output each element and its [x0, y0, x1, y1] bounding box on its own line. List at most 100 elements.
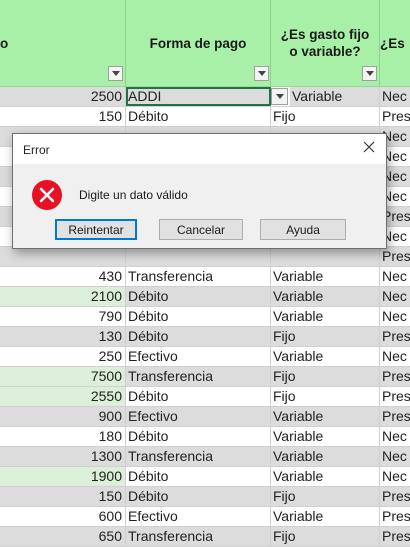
- table-row[interactable]: 430 Transferencia Variable Nec: [0, 267, 410, 287]
- table-row[interactable]: 130 Débito Fijo Pres: [0, 327, 410, 347]
- cell-amount[interactable]: 430: [0, 267, 126, 286]
- cell-category[interactable]: Nec: [380, 427, 410, 446]
- filter-dropdown-payment[interactable]: [254, 66, 269, 81]
- cell-category[interactable]: Nec: [380, 87, 410, 106]
- cell-payment-method[interactable]: Efectivo: [126, 507, 271, 526]
- cell-payment-method[interactable]: Transferencia: [126, 447, 271, 466]
- cell-payment-method[interactable]: Efectivo: [126, 407, 271, 426]
- cell-category[interactable]: Pres: [380, 487, 410, 506]
- filter-dropdown-type[interactable]: [362, 66, 377, 81]
- error-icon: [31, 179, 63, 211]
- table-row[interactable]: Pres: [0, 247, 410, 267]
- cell-category[interactable]: Pres: [380, 247, 410, 266]
- table-row[interactable]: 790 Débito Variable Nec: [0, 307, 410, 327]
- filter-dropdown-amount[interactable]: [108, 66, 123, 81]
- cell-payment-method[interactable]: Débito: [126, 467, 271, 486]
- cell-dropdown-button[interactable]: [271, 88, 288, 105]
- table-row[interactable]: 1900 Débito Variable Nec: [0, 467, 410, 487]
- table-row[interactable]: 250 Efectivo Variable Nec: [0, 347, 410, 367]
- cell-expense-type[interactable]: Variable: [290, 87, 380, 106]
- table-row[interactable]: 2100 Débito Variable Nec: [0, 287, 410, 307]
- cell-amount[interactable]: 1300: [0, 447, 126, 466]
- cell-amount[interactable]: 900: [0, 407, 126, 426]
- table-row[interactable]: 650 Transferencia Fijo Pres: [0, 527, 410, 547]
- cell-expense-type[interactable]: [271, 247, 380, 266]
- cell-expense-type[interactable]: Variable: [271, 507, 380, 526]
- cell-payment-method[interactable]: Efectivo: [126, 347, 271, 366]
- cancel-button[interactable]: Cancelar: [159, 219, 243, 240]
- cell-amount[interactable]: 2550: [0, 387, 126, 406]
- header-amount-partial: o: [0, 35, 8, 51]
- cell-category[interactable]: Pres: [380, 507, 410, 526]
- dialog-body: Digite un dato válido Reintentar Cancela…: [13, 164, 386, 248]
- cell-expense-type[interactable]: Variable: [271, 347, 380, 366]
- table-row[interactable]: 150 Débito Fijo Pres: [0, 107, 410, 127]
- cell-expense-type[interactable]: Variable: [271, 267, 380, 286]
- cell-amount[interactable]: 250: [0, 347, 126, 366]
- cell-payment-method[interactable]: Transferencia: [126, 527, 271, 546]
- cell-category[interactable]: Pres: [380, 107, 410, 126]
- table-row[interactable]: 600 Efectivo Variable Pres: [0, 507, 410, 527]
- cell-payment-method[interactable]: Débito: [126, 107, 271, 126]
- cell-amount[interactable]: 650: [0, 527, 126, 546]
- close-icon[interactable]: [360, 138, 378, 156]
- error-dialog: Error Digite un dato válido Reintentar C…: [12, 133, 387, 249]
- cell-expense-type[interactable]: Fijo: [271, 367, 380, 386]
- cell-expense-type[interactable]: Fijo: [271, 107, 380, 126]
- cell-category[interactable]: Nec: [380, 447, 410, 466]
- cell-expense-type[interactable]: Variable: [271, 447, 380, 466]
- cell-category[interactable]: Nec: [380, 287, 410, 306]
- cell-payment-method[interactable]: Débito: [126, 307, 271, 326]
- cell-category[interactable]: Pres: [380, 327, 410, 346]
- cell-amount[interactable]: 7500: [0, 367, 126, 386]
- cell-expense-type[interactable]: Variable: [271, 287, 380, 306]
- cell-amount[interactable]: [0, 247, 126, 266]
- cell-payment-method[interactable]: Débito: [126, 327, 271, 346]
- cell-amount[interactable]: 150: [0, 487, 126, 506]
- cell-category[interactable]: Pres: [380, 387, 410, 406]
- cell-payment-method[interactable]: Transferencia: [126, 367, 271, 386]
- table-row[interactable]: 1300 Transferencia Variable Nec: [0, 447, 410, 467]
- cell-amount[interactable]: 2500: [0, 87, 126, 106]
- dialog-message: Digite un dato válido: [79, 188, 188, 202]
- table-row[interactable]: 150 Débito Fijo Pres: [0, 487, 410, 507]
- cell-payment-method[interactable]: ADDI: [126, 87, 271, 106]
- cell-payment-method[interactable]: Débito: [126, 427, 271, 446]
- cell-payment-method[interactable]: Transferencia: [126, 267, 271, 286]
- retry-button[interactable]: Reintentar: [55, 219, 137, 240]
- cell-expense-type[interactable]: Fijo: [271, 487, 380, 506]
- cell-expense-type[interactable]: Fijo: [271, 527, 380, 546]
- cell-amount[interactable]: 1900: [0, 467, 126, 486]
- cell-category[interactable]: Nec: [380, 267, 410, 286]
- cell-amount[interactable]: 130: [0, 327, 126, 346]
- cell-expense-type[interactable]: Variable: [271, 467, 380, 486]
- cell-payment-method[interactable]: Débito: [126, 387, 271, 406]
- cell-expense-type[interactable]: Variable: [271, 307, 380, 326]
- cell-amount[interactable]: 180: [0, 427, 126, 446]
- cell-category[interactable]: Nec: [380, 307, 410, 326]
- cell-expense-type[interactable]: Fijo: [271, 387, 380, 406]
- header-category-partial: ¿Es: [380, 35, 405, 51]
- table-row[interactable]: 2500 ADDI Variable Nec: [0, 87, 410, 107]
- cell-amount[interactable]: 790: [0, 307, 126, 326]
- cell-category[interactable]: Nec: [380, 347, 410, 366]
- table-row[interactable]: 2550 Débito Fijo Pres: [0, 387, 410, 407]
- table-row[interactable]: 180 Débito Variable Nec: [0, 427, 410, 447]
- cell-amount[interactable]: 600: [0, 507, 126, 526]
- cell-amount[interactable]: 150: [0, 107, 126, 126]
- help-button[interactable]: Ayuda: [260, 219, 346, 240]
- cell-expense-type[interactable]: Variable: [271, 427, 380, 446]
- cell-payment-method[interactable]: Débito: [126, 487, 271, 506]
- table-row[interactable]: 900 Efectivo Variable Pres: [0, 407, 410, 427]
- cell-payment-method[interactable]: [126, 247, 271, 266]
- cell-expense-type[interactable]: Variable: [271, 407, 380, 426]
- cell-category[interactable]: Pres: [380, 367, 410, 386]
- cell-payment-method[interactable]: Débito: [126, 287, 271, 306]
- header-expense-type-line2: o variable?: [289, 44, 361, 59]
- cell-category[interactable]: Pres: [380, 527, 410, 546]
- cell-amount[interactable]: 2100: [0, 287, 126, 306]
- table-row[interactable]: 7500 Transferencia Fijo Pres: [0, 367, 410, 387]
- cell-category[interactable]: Pres: [380, 407, 410, 426]
- cell-category[interactable]: Nec: [380, 467, 410, 486]
- cell-expense-type[interactable]: Fijo: [271, 327, 380, 346]
